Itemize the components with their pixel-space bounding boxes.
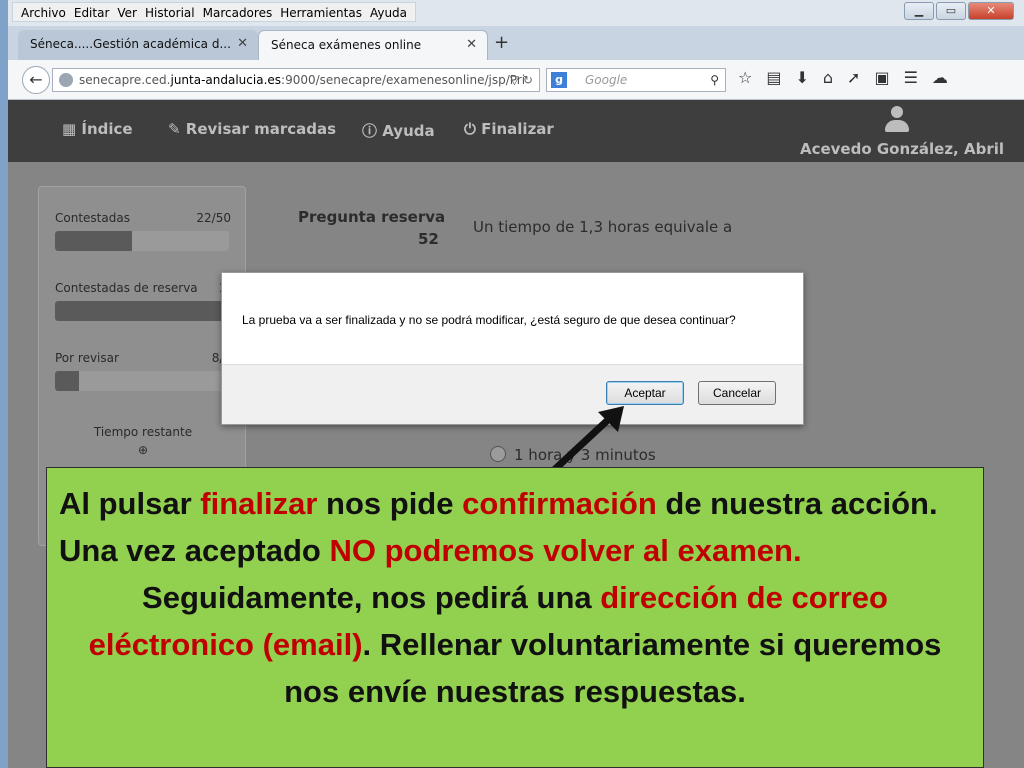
- nav-indice[interactable]: ▦ Índice: [62, 120, 133, 138]
- cancelar-button[interactable]: Cancelar: [698, 381, 776, 405]
- search-icon[interactable]: ⚲: [710, 69, 719, 91]
- navigation-bar: ← senecapre.ced.junta-andalucia.es:9000/…: [8, 60, 1024, 100]
- callout-highlight: NO podremos volver al examen.: [329, 533, 802, 568]
- stat-contestadas: Contestadas 22/50: [55, 211, 231, 225]
- callout-text: Seguidamente, nos pedirá una: [142, 580, 601, 615]
- stat-reserva: Contestadas de reserva 2/: [55, 281, 231, 295]
- radio-icon[interactable]: [490, 446, 506, 462]
- menu-marcadores[interactable]: Marcadores: [199, 3, 277, 21]
- app-navbar: ▦ Índice ✎ Revisar marcadas ⓘ Ayuda ⏻ Fi…: [8, 100, 1024, 162]
- progress-fill: [55, 371, 80, 391]
- nav-revisar-marcadas[interactable]: ✎ Revisar marcadas: [168, 120, 336, 138]
- menu-ver[interactable]: Ver: [113, 3, 141, 21]
- back-arrow-icon[interactable]: ←: [22, 66, 50, 94]
- search-input[interactable]: g Google ⚲: [546, 68, 726, 92]
- stat-label: Contestadas de reserva: [55, 281, 198, 295]
- new-tab-button[interactable]: +: [494, 32, 509, 53]
- menu-herramientas[interactable]: Herramientas: [276, 3, 366, 21]
- url-prefix: senecapre.ced.: [79, 73, 171, 87]
- url-domain: junta-andalucia.es: [170, 73, 282, 87]
- progress-bar-contestadas: [55, 231, 229, 251]
- screenshot-icon[interactable]: ▣: [874, 68, 889, 87]
- reading-list-icon[interactable]: ▤: [766, 68, 781, 87]
- home-icon[interactable]: ⌂: [823, 68, 833, 87]
- stat-label: Contestadas: [55, 211, 130, 225]
- reload-icon[interactable]: ▽ ↻: [510, 69, 533, 91]
- url-suffix: :9000/senecapre/examenesonline/jsp/Pri: [281, 73, 526, 87]
- callout-text: . Rellenar voluntariamente si queremos n…: [284, 627, 942, 709]
- question-text: Un tiempo de 1,3 horas equivale a: [473, 218, 733, 236]
- instruction-callout: Al pulsar finalizar nos pide confirmació…: [46, 467, 984, 768]
- close-tab-icon[interactable]: ✕: [237, 30, 248, 58]
- bookmark-star-icon[interactable]: ☆: [738, 68, 752, 87]
- progress-fill: [55, 301, 229, 321]
- globe-icon: [59, 73, 73, 87]
- share-icon[interactable]: ➚: [847, 68, 860, 87]
- menu-ayuda[interactable]: Ayuda: [366, 3, 411, 21]
- tab-seneca-examenes[interactable]: Séneca exámenes online ✕: [258, 30, 488, 60]
- nav-ayuda-label: Ayuda: [382, 122, 435, 140]
- callout-paragraph-1: Al pulsar finalizar nos pide confirmació…: [59, 480, 971, 574]
- tab-bar: Séneca.....Gestión académica d... ✕ Séne…: [8, 26, 1024, 60]
- tab-label: Séneca.....Gestión académica d...: [30, 37, 231, 51]
- user-icon: [885, 106, 909, 134]
- nav-ayuda[interactable]: ⓘ Ayuda: [362, 120, 435, 141]
- progress-fill: [55, 231, 132, 251]
- close-tab-icon[interactable]: ✕: [466, 31, 477, 59]
- menu-archivo[interactable]: Archivo: [17, 3, 70, 21]
- address-bar[interactable]: senecapre.ced.junta-andalucia.es:9000/se…: [52, 68, 540, 92]
- nav-indice-label: Índice: [81, 120, 133, 138]
- callout-highlight: confirmación: [462, 486, 657, 521]
- window-controls: ▁ ▭ ✕: [904, 2, 1014, 20]
- tab-label: Séneca exámenes online: [271, 38, 422, 52]
- close-window-icon[interactable]: ✕: [968, 2, 1014, 20]
- question-number: 52: [418, 230, 439, 248]
- tiempo-restante-label: Tiempo restante: [93, 425, 193, 439]
- stat-label: Por revisar: [55, 351, 119, 365]
- menu-historial[interactable]: Historial: [141, 3, 199, 21]
- user-name[interactable]: Acevedo González, Abril: [800, 140, 1004, 158]
- stat-revisar: Por revisar 8/5: [55, 351, 231, 365]
- menu-bar: Archivo Editar Ver Historial Marcadores …: [12, 2, 417, 22]
- question-title: Pregunta reserva: [298, 208, 446, 226]
- google-icon: g: [551, 72, 567, 88]
- callout-text: nos pide: [317, 486, 463, 521]
- download-icon[interactable]: ⬇: [795, 68, 808, 87]
- callout-highlight: finalizar: [200, 486, 318, 521]
- progress-bar-revisar: [55, 371, 229, 391]
- progress-bar-reserva: [55, 301, 229, 321]
- menu-icon[interactable]: ☰: [904, 68, 918, 87]
- nav-revisar-label: Revisar marcadas: [185, 120, 337, 138]
- menu-editar[interactable]: Editar: [70, 3, 114, 21]
- confirm-dialog: La prueba va a ser finalizada y no se po…: [221, 272, 804, 425]
- dialog-message: La prueba va a ser finalizada y no se po…: [242, 313, 736, 327]
- maximize-icon[interactable]: ▭: [936, 2, 966, 20]
- stat-value: 22/50: [196, 211, 231, 225]
- tab-seneca-gestion[interactable]: Séneca.....Gestión académica d... ✕: [18, 30, 258, 60]
- zoom-icon[interactable]: ⊕: [39, 443, 247, 457]
- callout-text: Al pulsar: [59, 486, 201, 521]
- dialog-footer: Aceptar Cancelar: [222, 364, 803, 424]
- callout-paragraph-2: Seguidamente, nos pedirá una dirección d…: [59, 574, 971, 715]
- minimize-icon[interactable]: ▁: [904, 2, 934, 20]
- nav-finalizar-label: Finalizar: [481, 120, 554, 138]
- search-placeholder: Google: [585, 73, 628, 87]
- toolbar-icons: ☆ ▤ ⬇ ⌂ ➚ ▣ ☰ ☁: [738, 68, 948, 87]
- cloud-icon[interactable]: ☁: [932, 68, 948, 87]
- nav-finalizar[interactable]: ⏻ Finalizar: [464, 120, 554, 138]
